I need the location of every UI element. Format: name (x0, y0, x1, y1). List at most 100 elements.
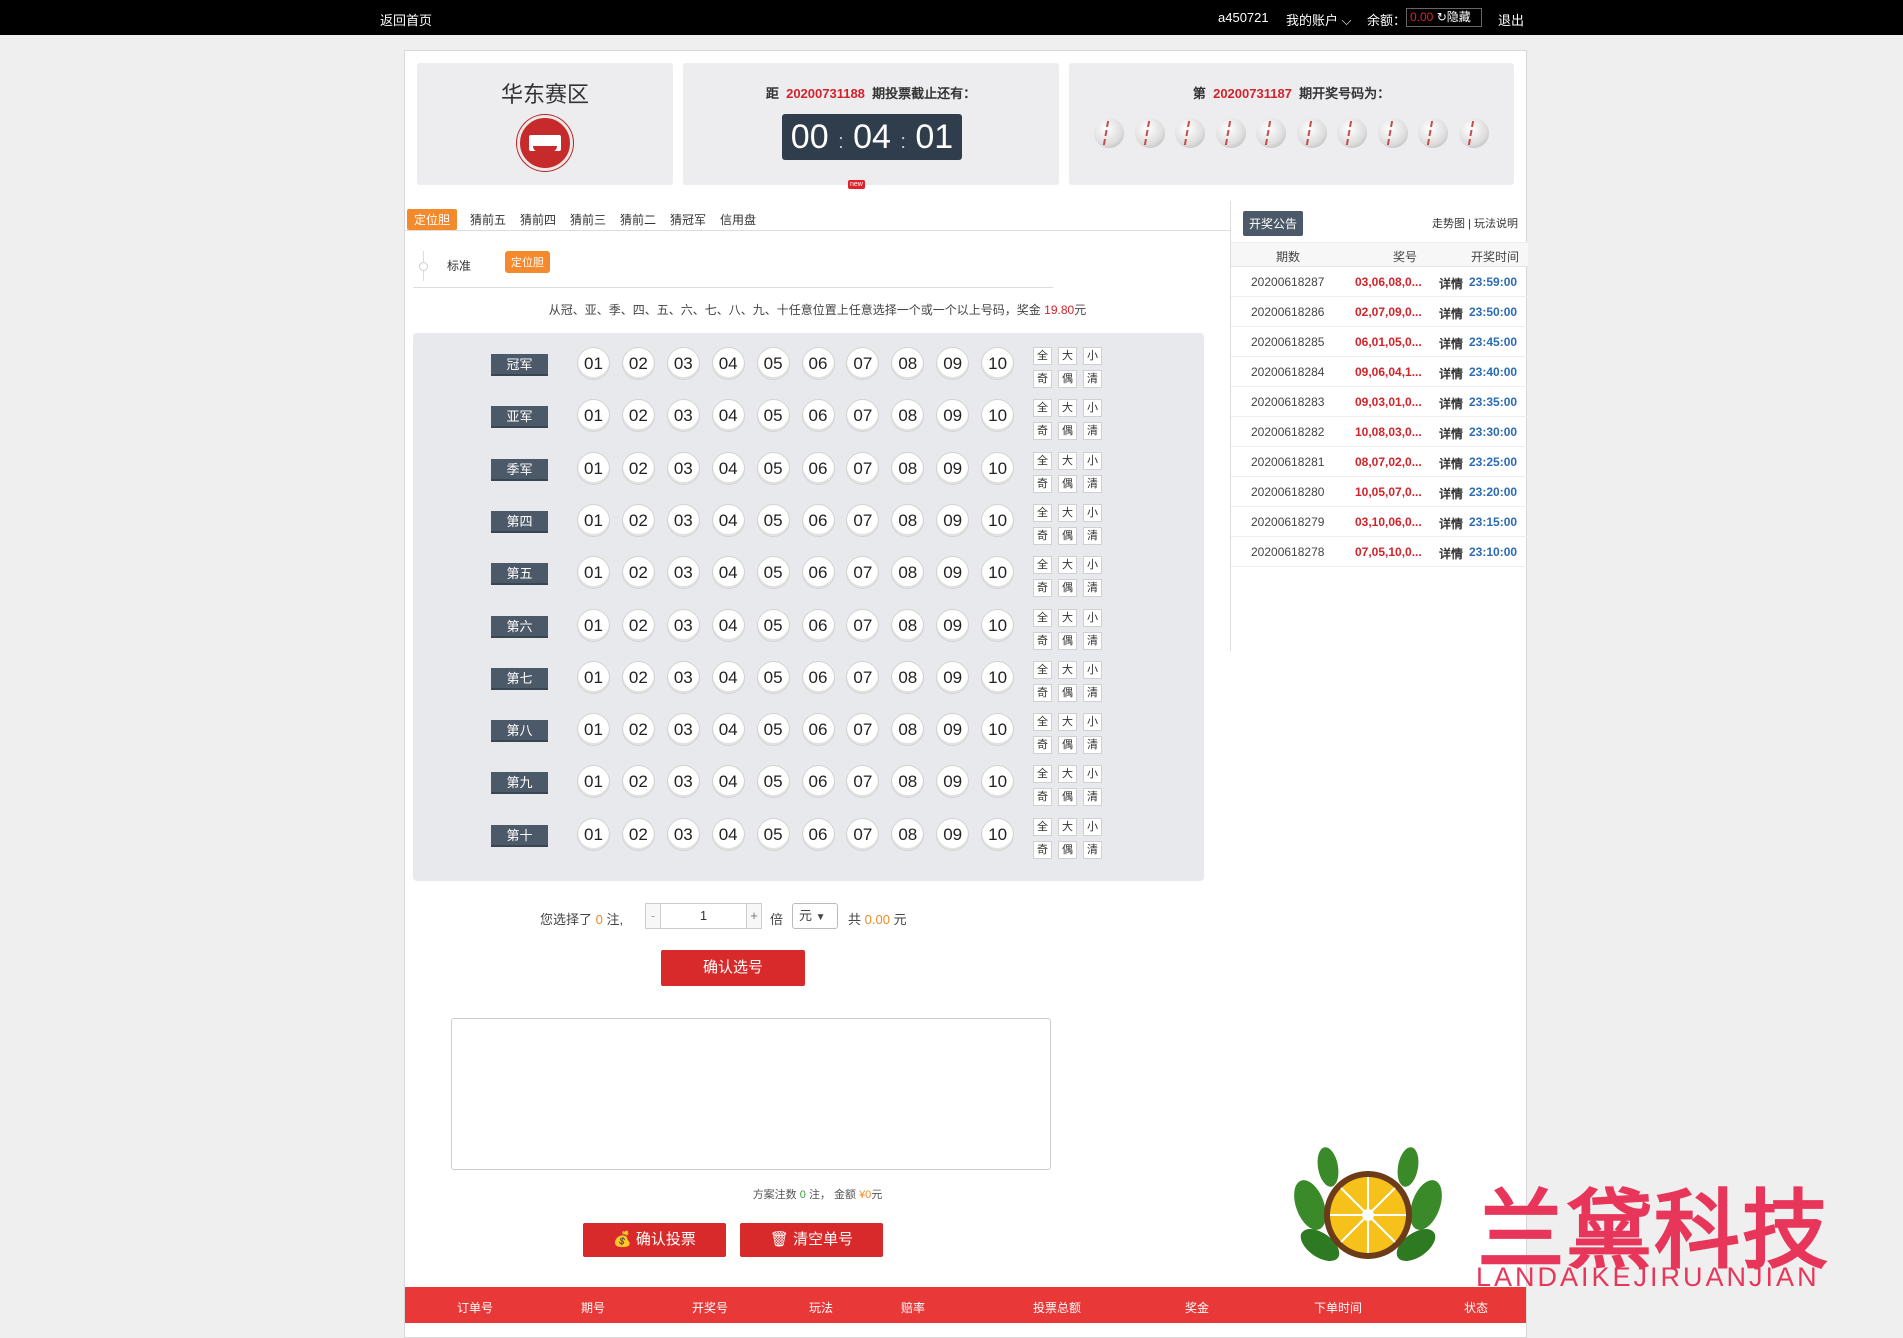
quick-select-button[interactable]: 小 (1083, 765, 1102, 784)
number-ball[interactable]: 08 (891, 556, 925, 590)
number-ball[interactable]: 04 (711, 608, 745, 642)
quick-select-button[interactable]: 全 (1033, 399, 1052, 418)
quick-select-button[interactable]: 奇 (1033, 631, 1052, 650)
quick-select-button[interactable]: 大 (1058, 660, 1077, 679)
number-ball[interactable]: 09 (936, 713, 970, 747)
quick-select-button[interactable]: 小 (1083, 503, 1102, 522)
number-ball[interactable]: 02 (621, 503, 655, 537)
history-detail-link[interactable]: 详情 (1439, 455, 1463, 472)
number-ball[interactable]: 02 (621, 817, 655, 851)
quick-select-button[interactable]: 奇 (1033, 840, 1052, 859)
quick-select-button[interactable]: 偶 (1058, 840, 1077, 859)
quick-select-button[interactable]: 偶 (1058, 474, 1077, 493)
quick-select-button[interactable]: 大 (1058, 765, 1077, 784)
number-ball[interactable]: 06 (801, 399, 835, 433)
quick-select-button[interactable]: 全 (1033, 713, 1052, 732)
quick-select-button[interactable]: 奇 (1033, 579, 1052, 598)
number-ball[interactable]: 10 (981, 451, 1015, 485)
number-ball[interactable]: 04 (711, 347, 745, 380)
quick-select-button[interactable]: 小 (1083, 713, 1102, 732)
number-ball[interactable]: 01 (577, 399, 610, 433)
number-ball[interactable]: 08 (891, 451, 925, 485)
quick-select-button[interactable]: 全 (1033, 503, 1052, 522)
history-detail-link[interactable]: 详情 (1439, 335, 1463, 352)
number-ball[interactable]: 10 (981, 660, 1015, 694)
number-ball[interactable]: 02 (621, 451, 655, 485)
tab-0[interactable]: 定位胆 (407, 209, 458, 230)
history-detail-link[interactable]: 详情 (1439, 305, 1463, 322)
number-ball[interactable]: 08 (891, 347, 925, 380)
number-ball[interactable]: 08 (891, 713, 925, 747)
quick-select-button[interactable]: 大 (1058, 713, 1077, 732)
quick-select-button[interactable]: 偶 (1058, 736, 1077, 755)
quick-select-button[interactable]: 清 (1083, 474, 1102, 493)
number-ball[interactable]: 04 (711, 660, 745, 694)
number-ball[interactable]: 02 (621, 556, 655, 590)
number-ball[interactable]: 09 (936, 765, 970, 799)
quick-select-button[interactable]: 大 (1058, 817, 1077, 836)
number-ball[interactable]: 04 (711, 765, 745, 799)
history-detail-link[interactable]: 详情 (1439, 275, 1463, 292)
logout-link[interactable]: 退出 (1498, 10, 1524, 29)
number-ball[interactable]: 03 (666, 399, 700, 433)
number-ball[interactable]: 05 (756, 556, 790, 590)
number-ball[interactable]: 10 (981, 713, 1015, 747)
number-ball[interactable]: 07 (846, 556, 880, 590)
number-ball[interactable]: 01 (577, 556, 610, 590)
number-ball[interactable]: 01 (577, 713, 610, 747)
number-ball[interactable]: 06 (801, 347, 835, 380)
confirm-selection-button[interactable]: 确认选号 (661, 950, 805, 986)
number-ball[interactable]: 05 (756, 660, 790, 694)
number-ball[interactable]: 03 (666, 451, 700, 485)
number-ball[interactable]: 02 (621, 608, 655, 642)
number-ball[interactable]: 04 (711, 817, 745, 851)
quick-select-button[interactable]: 清 (1083, 683, 1102, 702)
number-ball[interactable]: 07 (846, 503, 880, 537)
number-ball[interactable]: 07 (846, 817, 880, 851)
history-detail-link[interactable]: 详情 (1439, 485, 1463, 502)
number-ball[interactable]: 01 (577, 608, 610, 642)
number-ball[interactable]: 07 (846, 399, 880, 433)
multiplier-input[interactable]: 1 (661, 903, 746, 929)
number-ball[interactable]: 05 (756, 713, 790, 747)
number-ball[interactable]: 01 (577, 817, 610, 851)
number-ball[interactable]: 05 (756, 451, 790, 485)
number-ball[interactable]: 08 (891, 765, 925, 799)
number-ball[interactable]: 02 (621, 399, 655, 433)
number-ball[interactable]: 03 (666, 608, 700, 642)
number-ball[interactable]: 03 (666, 347, 700, 380)
number-ball[interactable]: 02 (621, 713, 655, 747)
history-detail-link[interactable]: 详情 (1439, 395, 1463, 412)
history-detail-link[interactable]: 详情 (1439, 365, 1463, 382)
number-ball[interactable]: 05 (756, 503, 790, 537)
number-ball[interactable]: 06 (801, 817, 835, 851)
tab-1[interactable]: 猜前五 (463, 209, 513, 230)
number-ball[interactable]: 08 (891, 660, 925, 694)
quick-select-button[interactable]: 小 (1083, 451, 1102, 470)
number-ball[interactable]: 06 (801, 608, 835, 642)
number-ball[interactable]: 03 (666, 765, 700, 799)
number-ball[interactable]: 08 (891, 608, 925, 642)
subtab-standard[interactable]: 标准 (447, 254, 471, 277)
number-ball[interactable]: 05 (756, 765, 790, 799)
history-detail-link[interactable]: 详情 (1439, 545, 1463, 562)
tab-3[interactable]: 猜前三 (563, 209, 613, 230)
number-ball[interactable]: 04 (711, 713, 745, 747)
multiplier-minus-button[interactable]: - (645, 903, 661, 929)
quick-select-button[interactable]: 奇 (1033, 474, 1052, 493)
number-ball[interactable]: 09 (936, 347, 970, 380)
trend-help-links[interactable]: 走势图 | 玩法说明 (1432, 215, 1518, 231)
number-ball[interactable]: 02 (621, 660, 655, 694)
quick-select-button[interactable]: 大 (1058, 503, 1077, 522)
quick-select-button[interactable]: 小 (1083, 347, 1102, 365)
quick-select-button[interactable]: 奇 (1033, 422, 1052, 441)
quick-select-button[interactable]: 清 (1083, 422, 1102, 441)
number-ball[interactable]: 08 (891, 817, 925, 851)
number-ball[interactable]: 01 (577, 451, 610, 485)
quick-select-button[interactable]: 偶 (1058, 579, 1077, 598)
quick-select-button[interactable]: 奇 (1033, 788, 1052, 807)
ticket-textarea[interactable] (451, 1018, 1051, 1170)
quick-select-button[interactable]: 清 (1083, 370, 1102, 388)
home-link[interactable]: 返回首页 (380, 10, 432, 29)
submit-bet-button[interactable]: 💰 确认投票 (583, 1223, 726, 1257)
